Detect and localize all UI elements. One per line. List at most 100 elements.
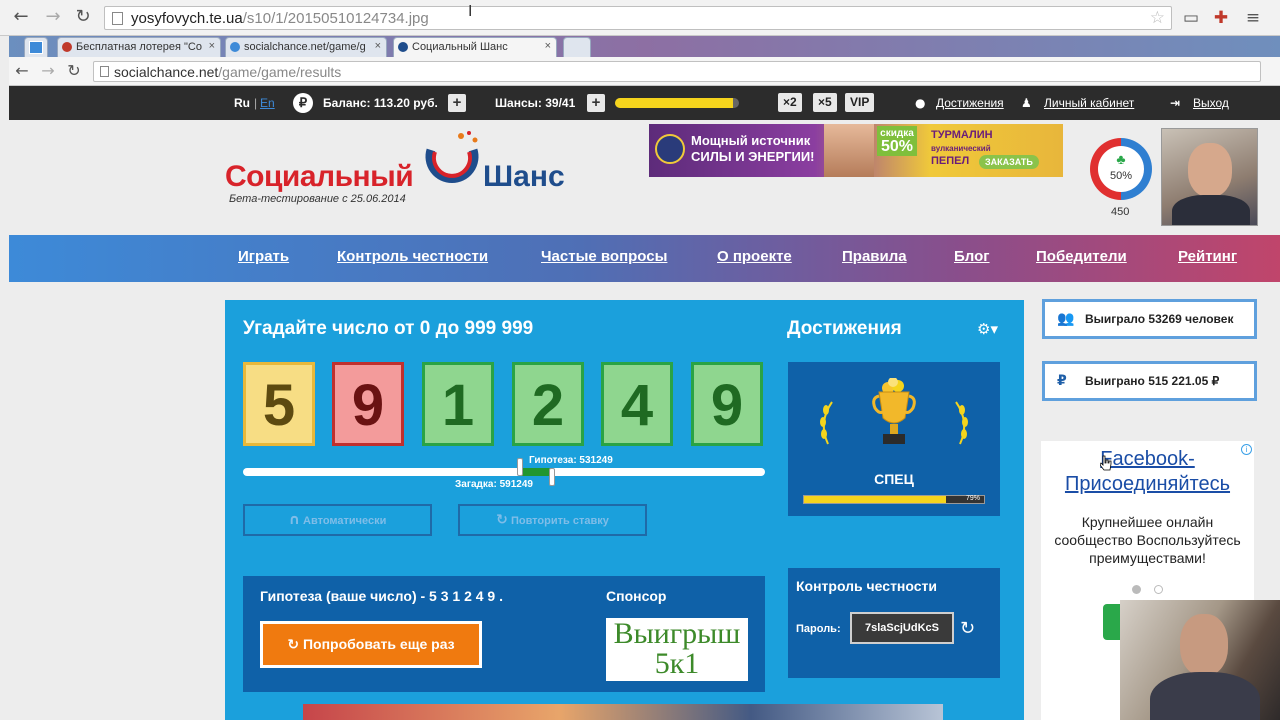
nav-about[interactable]: О проекте — [717, 248, 792, 265]
password-value[interactable]: 7slaScjUdKcS — [850, 612, 954, 644]
carousel-dot[interactable] — [1132, 585, 1141, 594]
add-chances-button[interactable]: + — [587, 94, 605, 112]
achievement-card[interactable]: СПЕЦ 79% — [788, 362, 1000, 516]
balance-label: Баланс: — [323, 96, 371, 110]
try-again-button[interactable]: ↻ Попробовать еще раз — [260, 621, 482, 668]
achievement-name: СПЕЦ — [874, 471, 914, 487]
winners-count: Выиграло 53269 человек — [1085, 312, 1234, 326]
facebook-ad-title[interactable]: Facebook-Присоединяйтесь — [1041, 447, 1254, 497]
avatar-face — [1188, 143, 1232, 197]
banner-line1: Мощный источник — [691, 133, 811, 148]
webcam-overlay — [1120, 600, 1280, 720]
close-tab-icon[interactable]: × — [375, 40, 381, 52]
bottom-ad-strip[interactable] — [303, 704, 943, 720]
tab-bar: Бесплатная лотерея "Со × socialchance.ne… — [9, 36, 1280, 57]
tab-socialchance-results[interactable]: socialchance.net/game/g × — [225, 37, 387, 57]
logout-icon: ⇥ — [1170, 96, 1181, 110]
site-favicon-icon — [230, 42, 240, 52]
logo-word-chance[interactable]: Шанс — [483, 160, 565, 194]
achievements-link[interactable]: Достижения — [936, 96, 1004, 110]
banner-discount-value: 50% — [880, 138, 914, 155]
nav-winners[interactable]: Победители — [1036, 248, 1127, 265]
lang-separator: | — [254, 96, 258, 110]
achievement-percent: 79% — [965, 495, 980, 502]
achievements-title: Достижения — [787, 318, 902, 339]
nav-honesty[interactable]: Контроль честности — [337, 248, 488, 265]
tab-lottery[interactable]: Бесплатная лотерея "Со × — [57, 37, 221, 57]
multiplier-5-button[interactable]: ×5 — [813, 93, 837, 112]
hand-cursor-icon — [1100, 455, 1112, 471]
ruble-icon: ₽ — [293, 93, 313, 113]
reload-icon[interactable]: ↻ — [63, 60, 85, 82]
url-path: /game/game/results — [218, 64, 342, 80]
url-path: /s10/1/20150510124734.jpg — [242, 10, 429, 27]
multiplier-2-button[interactable]: ×2 — [778, 93, 802, 112]
refresh-icon: ↻ — [287, 637, 300, 653]
avatar-shirt — [1172, 195, 1250, 225]
chances-progress-bar — [615, 98, 739, 108]
close-tab-icon[interactable]: × — [209, 40, 215, 52]
reload-icon[interactable]: ↻ — [72, 6, 94, 28]
horseshoe-logo-icon[interactable] — [421, 130, 483, 196]
luck-percent: 50% — [1109, 170, 1133, 182]
back-arrow-icon[interactable]: ← — [10, 6, 32, 28]
tab-social-chance[interactable]: Социальный Шанс × — [393, 37, 557, 57]
logo-word-social[interactable]: Социальный — [225, 160, 414, 194]
apps-tab[interactable] — [24, 37, 48, 57]
facebook-ad-body: Крупнейшее онлайн сообщество Воспользуйт… — [1054, 514, 1241, 566]
cast-icon[interactable]: ▭ — [1180, 8, 1202, 28]
honesty-title: Контроль честности — [796, 578, 937, 594]
lang-en-link[interactable]: En — [260, 96, 275, 110]
sponsor-logo[interactable]: Выигрыш 5к1 — [606, 618, 748, 681]
digit-cell: 9 — [691, 362, 763, 446]
repeat-icon: ↻ — [496, 512, 508, 528]
add-balance-button[interactable]: + — [448, 94, 466, 112]
nav-faq[interactable]: Частые вопросы — [541, 248, 667, 265]
money-bag-icon: ₽ — [1057, 373, 1067, 389]
back-arrow-icon[interactable]: ← — [11, 60, 33, 82]
nav-rating[interactable]: Рейтинг — [1178, 248, 1237, 265]
webcam-shirt — [1150, 672, 1260, 720]
total-won-box: ₽ Выиграно 515 221.05 ₽ — [1042, 361, 1257, 401]
forward-arrow-icon[interactable]: → — [42, 6, 64, 28]
site-header: Социальный Шанс Бета-тестирование с 25.0… — [9, 120, 1280, 235]
banner-order-button[interactable]: ЗАКАЗАТЬ — [979, 155, 1039, 169]
carousel-dot[interactable] — [1154, 585, 1163, 594]
outer-browser-toolbar: ← → ↻ yosyfovych.te.ua/s10/1/20150510124… — [0, 0, 1280, 36]
banner-product2: вулканический — [931, 144, 991, 153]
menu-icon[interactable]: ≡ — [1242, 8, 1264, 28]
logout-link[interactable]: Выход — [1193, 96, 1229, 110]
nav-blog[interactable]: Блог — [954, 248, 990, 265]
inner-address-bar[interactable]: socialchance.net/game/game/results — [93, 61, 1261, 82]
repeat-bet-button[interactable]: ↻ Повторить ставку — [458, 504, 647, 536]
laurel-left-icon — [820, 401, 833, 445]
slider-difference-fill — [520, 468, 552, 476]
auto-button[interactable]: ∩ Автоматически — [243, 504, 432, 536]
auto-button-label: Автоматически — [303, 515, 387, 527]
hypothesis-text: Гипотеза (ваше число) - 5 3 1 2 4 9 . — [260, 588, 503, 604]
new-tab-button[interactable] — [563, 37, 591, 57]
vip-button[interactable]: VIP — [845, 93, 875, 112]
page-icon — [100, 66, 109, 77]
outer-address-bar[interactable]: yosyfovych.te.ua/s10/1/20150510124734.jp… — [104, 6, 1172, 30]
cabinet-link[interactable]: Личный кабинет — [1044, 96, 1134, 110]
nav-rules[interactable]: Правила — [842, 248, 907, 265]
bookmark-star-icon[interactable]: ☆ — [1150, 8, 1165, 28]
brand-emblem-icon — [655, 134, 685, 164]
forward-arrow-icon[interactable]: → — [37, 60, 59, 82]
game-panel: Угадайте число от 0 до 999 999 5 9 1 2 4… — [225, 300, 1024, 720]
ad-banner[interactable]: Мощный источник СИЛЫ И ЭНЕРГИИ! скидка 50%… — [649, 124, 1063, 177]
digit-cell: 1 — [422, 362, 494, 446]
close-tab-icon[interactable]: × — [545, 40, 551, 52]
lang-ru-link[interactable]: Ru — [234, 96, 250, 110]
user-avatar[interactable] — [1161, 128, 1258, 226]
page-icon — [112, 12, 123, 25]
password-refresh-icon[interactable]: ↻ — [960, 618, 975, 639]
gear-icon[interactable]: ⚙▾ — [977, 320, 998, 338]
extension-icon[interactable]: ✚ — [1210, 8, 1232, 28]
honesty-panel: Контроль честности Пароль: 7slaScjUdKcS … — [788, 568, 1000, 678]
banner-product1: ТУРМАЛИН — [931, 129, 993, 141]
nav-play[interactable]: Играть — [238, 248, 289, 265]
digit-cell: 9 — [332, 362, 404, 446]
banner-product3: ПЕПЕЛ — [931, 155, 970, 167]
